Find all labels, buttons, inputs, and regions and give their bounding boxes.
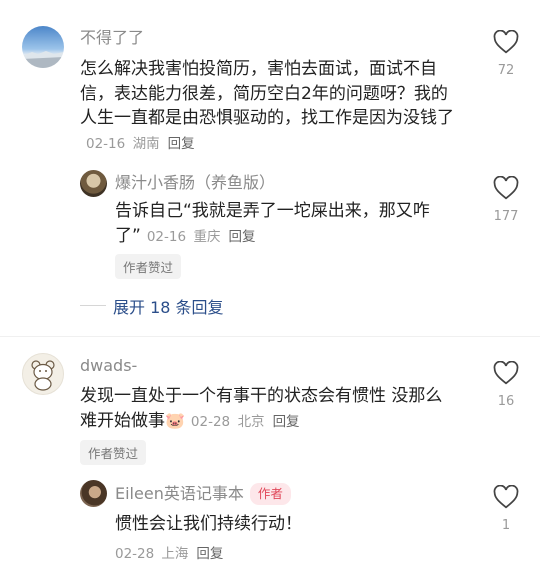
reply-button[interactable]: 回复 <box>196 546 223 562</box>
like-button[interactable]: 1 <box>486 484 526 533</box>
like-button[interactable]: 177 <box>486 175 526 224</box>
like-count: 177 <box>493 209 519 224</box>
author-liked-badge: 作者赞过 <box>80 440 147 465</box>
reply-username: Eileen英语记事本 作者 <box>115 483 291 505</box>
reply-location: 重庆 <box>193 228 221 245</box>
comment-location: 湖南 <box>132 135 160 152</box>
reply-location: 上海 <box>161 546 189 562</box>
like-button[interactable]: 16 <box>486 360 526 409</box>
author-tag: 作者 <box>249 483 291 505</box>
mountain-landscape-icon <box>22 51 64 68</box>
reply-text: 告诉自己“我就是弄了一坨屎出来，那又咋了” 02-16 重庆 回复 <box>115 199 460 249</box>
comment-location: 北京 <box>237 413 265 430</box>
reply-date: 02-28 <box>115 546 155 562</box>
reply-username[interactable]: 爆汁小香肠（养鱼版） <box>115 173 275 193</box>
like-count: 72 <box>497 63 515 78</box>
heart-icon <box>493 360 519 385</box>
reply-date: 02-16 <box>146 228 187 245</box>
heart-icon <box>493 484 519 509</box>
comment-date: 02-16 <box>86 135 126 152</box>
reply-text: 惯性会让我们持续行动！ <box>115 514 302 534</box>
bear-drawing-icon <box>31 360 55 391</box>
comment-divider <box>0 336 540 337</box>
comment-text: 发现一直处于一个有事干的状态会有惯性 没那么难开始做事🐷 02-28 北京 回复 <box>80 384 456 434</box>
heart-icon <box>493 29 519 54</box>
like-count: 16 <box>497 394 515 409</box>
comment-username[interactable]: 不得了了 <box>80 28 144 48</box>
comment-text: 怎么解决我害怕投简历，害怕去面试，面试不自信，表达能力很差，简历空白2年的问题呀… <box>80 57 456 156</box>
reply-button[interactable]: 回复 <box>273 414 300 430</box>
avatar[interactable] <box>22 26 64 68</box>
comment-date: 02-28 <box>190 413 231 430</box>
reply-button[interactable]: 回复 <box>168 136 195 152</box>
comment-username[interactable]: dwads- <box>80 356 137 376</box>
reply-username-text[interactable]: Eileen英语记事本 <box>115 484 244 504</box>
comment-body: 怎么解决我害怕投简历，害怕去面试，面试不自信，表达能力很差，简历空白2年的问题呀… <box>80 59 454 128</box>
avatar[interactable] <box>80 170 107 197</box>
avatar[interactable] <box>22 353 64 395</box>
pig-face-icon: 🐷 <box>165 410 185 430</box>
heart-icon <box>493 175 519 200</box>
reply-button[interactable]: 回复 <box>228 229 255 245</box>
avatar[interactable] <box>80 480 107 507</box>
expand-divider <box>80 305 106 306</box>
reply-meta: 02-28 上海 回复 <box>115 542 223 562</box>
like-button[interactable]: 72 <box>486 29 526 78</box>
author-liked-badge: 作者赞过 <box>115 254 182 279</box>
like-count: 1 <box>501 518 511 533</box>
expand-replies-button[interactable]: 展开 18 条回复 <box>113 294 224 318</box>
